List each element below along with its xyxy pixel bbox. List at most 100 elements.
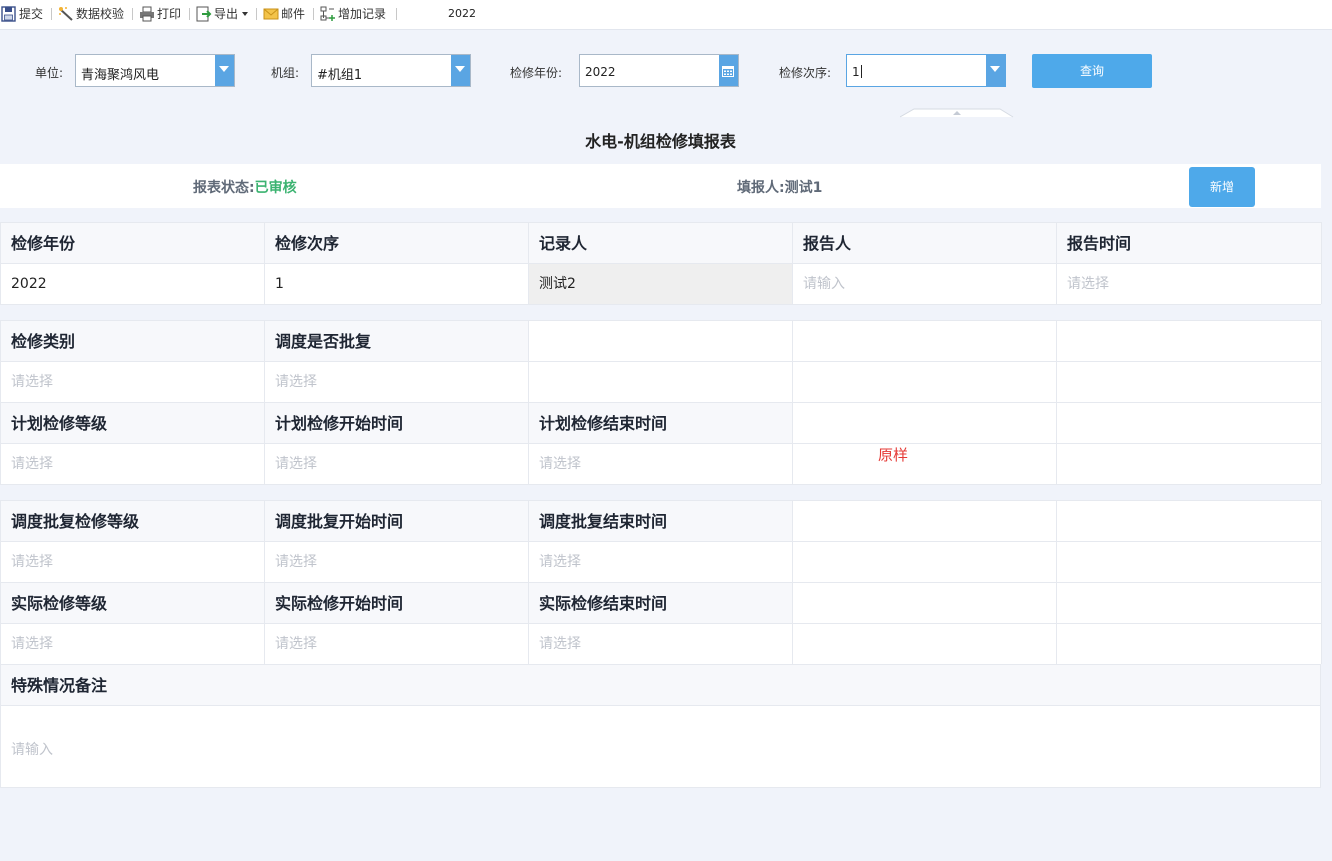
annotation-label: 原样	[878, 446, 909, 464]
calendar-button[interactable]	[719, 55, 738, 86]
dispatch-approved-select[interactable]: 请选择	[265, 361, 529, 402]
year-cell: 2022	[1, 263, 265, 304]
header-reporter: 报告人	[793, 222, 1057, 263]
empty-cell	[1057, 582, 1322, 623]
year-picker[interactable]: 2022	[579, 54, 739, 87]
order-select[interactable]: 1	[846, 54, 1006, 87]
chevron-down-icon	[242, 12, 248, 16]
dispatch-level-select[interactable]: 请选择	[1, 541, 265, 582]
empty-cell	[1057, 623, 1322, 664]
report-status-label: 报表状态:	[193, 180, 255, 196]
header-recorder: 记录人	[529, 222, 793, 263]
order-value-wrap: 1	[852, 65, 862, 79]
print-label: 打印	[157, 7, 182, 21]
export-icon	[196, 6, 212, 22]
maint-type-select[interactable]: 请选择	[1, 361, 265, 402]
header-plan-level: 计划检修等级	[1, 402, 265, 443]
empty-cell	[793, 402, 1057, 443]
empty-cell	[1057, 320, 1322, 361]
plan-end-picker[interactable]: 请选择	[529, 443, 793, 484]
toolbar-divider	[396, 8, 397, 20]
toolbar-divider	[256, 8, 257, 20]
unitset-select[interactable]: #机组1	[311, 54, 471, 87]
empty-cell	[793, 582, 1057, 623]
section-gap	[0, 484, 1321, 500]
empty-cell	[1057, 541, 1322, 582]
order-label: 检修次序:	[779, 66, 832, 80]
toolbar-divider	[51, 8, 52, 20]
unitset-dropdown-button[interactable]	[451, 55, 470, 86]
empty-cell	[1057, 443, 1322, 484]
header-dispatch-start: 调度批复开始时间	[265, 500, 529, 541]
dispatch-actual-grid: 调度批复检修等级 调度批复开始时间 调度批复结束时间 请选择 请选择 请选择 实…	[0, 500, 1322, 664]
empty-cell	[1057, 500, 1322, 541]
empty-cell	[793, 320, 1057, 361]
toolbar-year: 2022	[448, 7, 476, 20]
empty-cell	[1057, 361, 1322, 402]
empty-cell	[529, 320, 793, 361]
reporter-input[interactable]: 请输入	[793, 263, 1057, 304]
add-record-icon	[320, 6, 335, 21]
dispatch-end-picker[interactable]: 请选择	[529, 541, 793, 582]
header-dispatch-end: 调度批复结束时间	[529, 500, 793, 541]
actual-level-select[interactable]: 请选择	[1, 623, 265, 664]
plan-grid: 检修类别 调度是否批复 请选择 请选择 计划检修等级 计划检修开始时间 计划检修…	[0, 320, 1322, 484]
header-year: 检修年份	[1, 222, 265, 263]
add-record-label: 增加记录	[338, 7, 387, 21]
data-validate-label: 数据校验	[76, 7, 125, 21]
chevron-down-icon	[219, 66, 229, 72]
empty-cell	[793, 361, 1057, 402]
section-gap	[0, 208, 1321, 222]
toolbar-divider	[313, 8, 314, 20]
export-label: 导出	[214, 7, 239, 21]
chevron-down-icon	[455, 66, 465, 72]
unitset-label: 机组:	[271, 66, 300, 80]
actual-start-picker[interactable]: 请选择	[265, 623, 529, 664]
add-button[interactable]: 新增	[1189, 167, 1255, 207]
empty-cell	[793, 443, 1057, 484]
wand-icon	[59, 7, 73, 21]
order-value: 1	[852, 65, 860, 79]
header-plan-end: 计划检修结束时间	[529, 402, 793, 443]
mail-icon	[263, 8, 279, 20]
empty-cell	[529, 361, 793, 402]
order-dropdown-button[interactable]	[986, 55, 1005, 86]
header-actual-start: 实际检修开始时间	[265, 582, 529, 623]
header-actual-end: 实际检修结束时间	[529, 582, 793, 623]
query-button[interactable]: 查询	[1032, 54, 1152, 88]
unit-value: 青海聚鸿风电	[81, 68, 160, 83]
header-maint-type: 检修类别	[1, 320, 265, 361]
actual-end-picker[interactable]: 请选择	[529, 623, 793, 664]
unit-dropdown-button[interactable]	[215, 55, 234, 86]
header-actual-level: 实际检修等级	[1, 582, 265, 623]
report-time-picker[interactable]: 请选择	[1057, 263, 1322, 304]
section-gap	[0, 304, 1321, 320]
submit-label: 提交	[19, 7, 44, 21]
plan-start-picker[interactable]: 请选择	[265, 443, 529, 484]
filler: 填报人:测试1	[737, 177, 822, 197]
printer-icon	[140, 6, 154, 22]
dropdown-pointer	[900, 108, 1014, 118]
header-dispatch-level: 调度批复检修等级	[1, 500, 265, 541]
empty-cell	[793, 541, 1057, 582]
report-status-bar: 报表状态:已审核 填报人:测试1 新增	[0, 164, 1321, 208]
dispatch-start-picker[interactable]: 请选择	[265, 541, 529, 582]
header-order: 检修次序	[265, 222, 529, 263]
report-status: 报表状态:已审核	[193, 177, 297, 197]
basic-info-grid: 检修年份 检修次序 记录人 报告人 报告时间 2022 1 测试2 请输入 请选…	[0, 222, 1322, 304]
plan-level-select[interactable]: 请选择	[1, 443, 265, 484]
toolbar-divider	[189, 8, 190, 20]
order-cell: 1	[265, 263, 529, 304]
header-plan-start: 计划检修开始时间	[265, 402, 529, 443]
report-title: 水电-机组检修填报表	[0, 118, 1321, 164]
empty-cell	[793, 500, 1057, 541]
report-panel: 水电-机组检修填报表 报表状态:已审核 填报人:测试1 新增 检修年份 检修次序…	[0, 118, 1322, 788]
recorder-cell: 测试2	[529, 263, 793, 304]
unitset-value: #机组1	[317, 68, 363, 83]
unit-select[interactable]: 青海聚鸿风电	[75, 54, 235, 87]
empty-cell	[793, 623, 1057, 664]
mail-label: 邮件	[281, 7, 306, 21]
text-caret	[860, 65, 862, 78]
empty-cell	[1057, 402, 1322, 443]
special-notes-input[interactable]: 请输入	[0, 705, 1321, 788]
